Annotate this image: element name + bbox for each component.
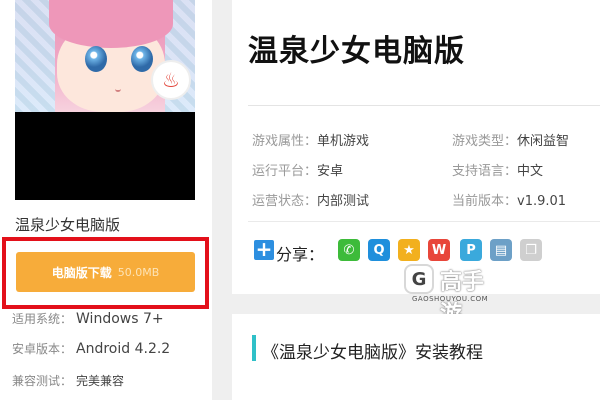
attr-value: v1.9.01 bbox=[517, 194, 567, 209]
attr-game-type: 游戏类型：休闲益智 bbox=[452, 130, 569, 149]
tencent-weibo-icon[interactable]: P bbox=[460, 239, 482, 261]
meta-label: 安卓版本： bbox=[12, 342, 73, 356]
game-info-panel: 温泉少女电脑版 游戏属性：单机游戏 游戏类型：休闲益智 运行平台：安卓 支持语言… bbox=[232, 0, 600, 294]
attr-game-property: 游戏属性：单机游戏 bbox=[252, 130, 369, 149]
meta-value: 完美兼容 bbox=[76, 374, 125, 388]
page-title: 温泉少女电脑版 bbox=[248, 34, 465, 69]
attr-value: 中文 bbox=[517, 164, 544, 179]
game-name: 温泉少女电脑版 bbox=[15, 216, 121, 234]
meta-value: Android 4.2.2 bbox=[76, 341, 171, 357]
attr-version: 当前版本：v1.9.01 bbox=[452, 190, 566, 209]
cover-character-hair bbox=[49, 0, 173, 48]
cover-left-eye bbox=[85, 46, 107, 72]
attr-status: 运营状态：内部测试 bbox=[252, 190, 369, 209]
meta-label: 适用系统： bbox=[12, 312, 73, 326]
download-highlight-box: 电脑版下载 50.0MB bbox=[2, 237, 209, 309]
attr-label: 当前版本： bbox=[452, 194, 518, 209]
meta-value: Windows 7+ bbox=[76, 311, 164, 327]
attr-label: 支持语言： bbox=[452, 164, 518, 179]
pc-download-button[interactable]: 电脑版下载 50.0MB bbox=[16, 252, 195, 292]
attr-value: 单机游戏 bbox=[317, 134, 370, 149]
share-more-icon[interactable]: + bbox=[254, 239, 274, 260]
cover-right-eye bbox=[131, 46, 153, 72]
meta-label: 兼容测试： bbox=[12, 374, 73, 388]
divider bbox=[248, 221, 600, 222]
attr-label: 运营状态： bbox=[252, 194, 318, 209]
copy-icon[interactable]: ❐ bbox=[520, 239, 542, 261]
attr-label: 游戏类型： bbox=[452, 134, 518, 149]
tutorial-heading: 《温泉少女电脑版》安装教程 bbox=[262, 343, 483, 363]
share-label: 分享： bbox=[276, 245, 325, 264]
download-size: 50.0MB bbox=[117, 265, 160, 279]
wechat-icon[interactable]: ✆ bbox=[338, 239, 360, 261]
download-sidebar: ♨ 温泉少女电脑版 电脑版下载 50.0MB 适用系统： Windows 7+ 安… bbox=[0, 0, 212, 400]
section-accent-bar bbox=[252, 335, 256, 361]
divider bbox=[248, 105, 600, 106]
tutorial-section: 《温泉少女电脑版》安装教程 bbox=[232, 314, 600, 400]
watermark-url: GAOSHOUYOU.COM bbox=[412, 295, 489, 303]
attr-value: 内部测试 bbox=[317, 194, 370, 209]
hot-spring-icon: ♨ bbox=[151, 60, 191, 100]
attr-label: 运行平台： bbox=[252, 164, 318, 179]
meta-system: 适用系统： Windows 7+ bbox=[12, 310, 164, 327]
page: ♨ 温泉少女电脑版 电脑版下载 50.0MB 适用系统： Windows 7+ 安… bbox=[0, 0, 600, 400]
meta-android: 安卓版本： Android 4.2.2 bbox=[12, 340, 170, 357]
game-cover-image[interactable]: ♨ bbox=[15, 0, 195, 112]
cover-black-area bbox=[15, 112, 195, 200]
qzone-icon[interactable]: ★ bbox=[398, 239, 420, 261]
attr-language: 支持语言：中文 bbox=[452, 160, 543, 179]
attr-label: 游戏属性： bbox=[252, 134, 318, 149]
watermark-logo: G 高手游 GAOSHOUYOU.COM bbox=[404, 262, 496, 327]
attr-value: 安卓 bbox=[317, 164, 344, 179]
meta-compat: 兼容测试： 完美兼容 bbox=[12, 372, 124, 389]
attr-value: 休闲益智 bbox=[517, 134, 570, 149]
download-label: 电脑版下载 bbox=[51, 265, 112, 280]
print-icon[interactable]: ▤ bbox=[490, 239, 512, 261]
weibo-icon[interactable]: W bbox=[428, 239, 450, 261]
qq-icon[interactable]: Q bbox=[368, 239, 390, 261]
gaoshouyou-logo-icon: G bbox=[404, 264, 434, 294]
attr-platform: 运行平台：安卓 bbox=[252, 160, 343, 179]
